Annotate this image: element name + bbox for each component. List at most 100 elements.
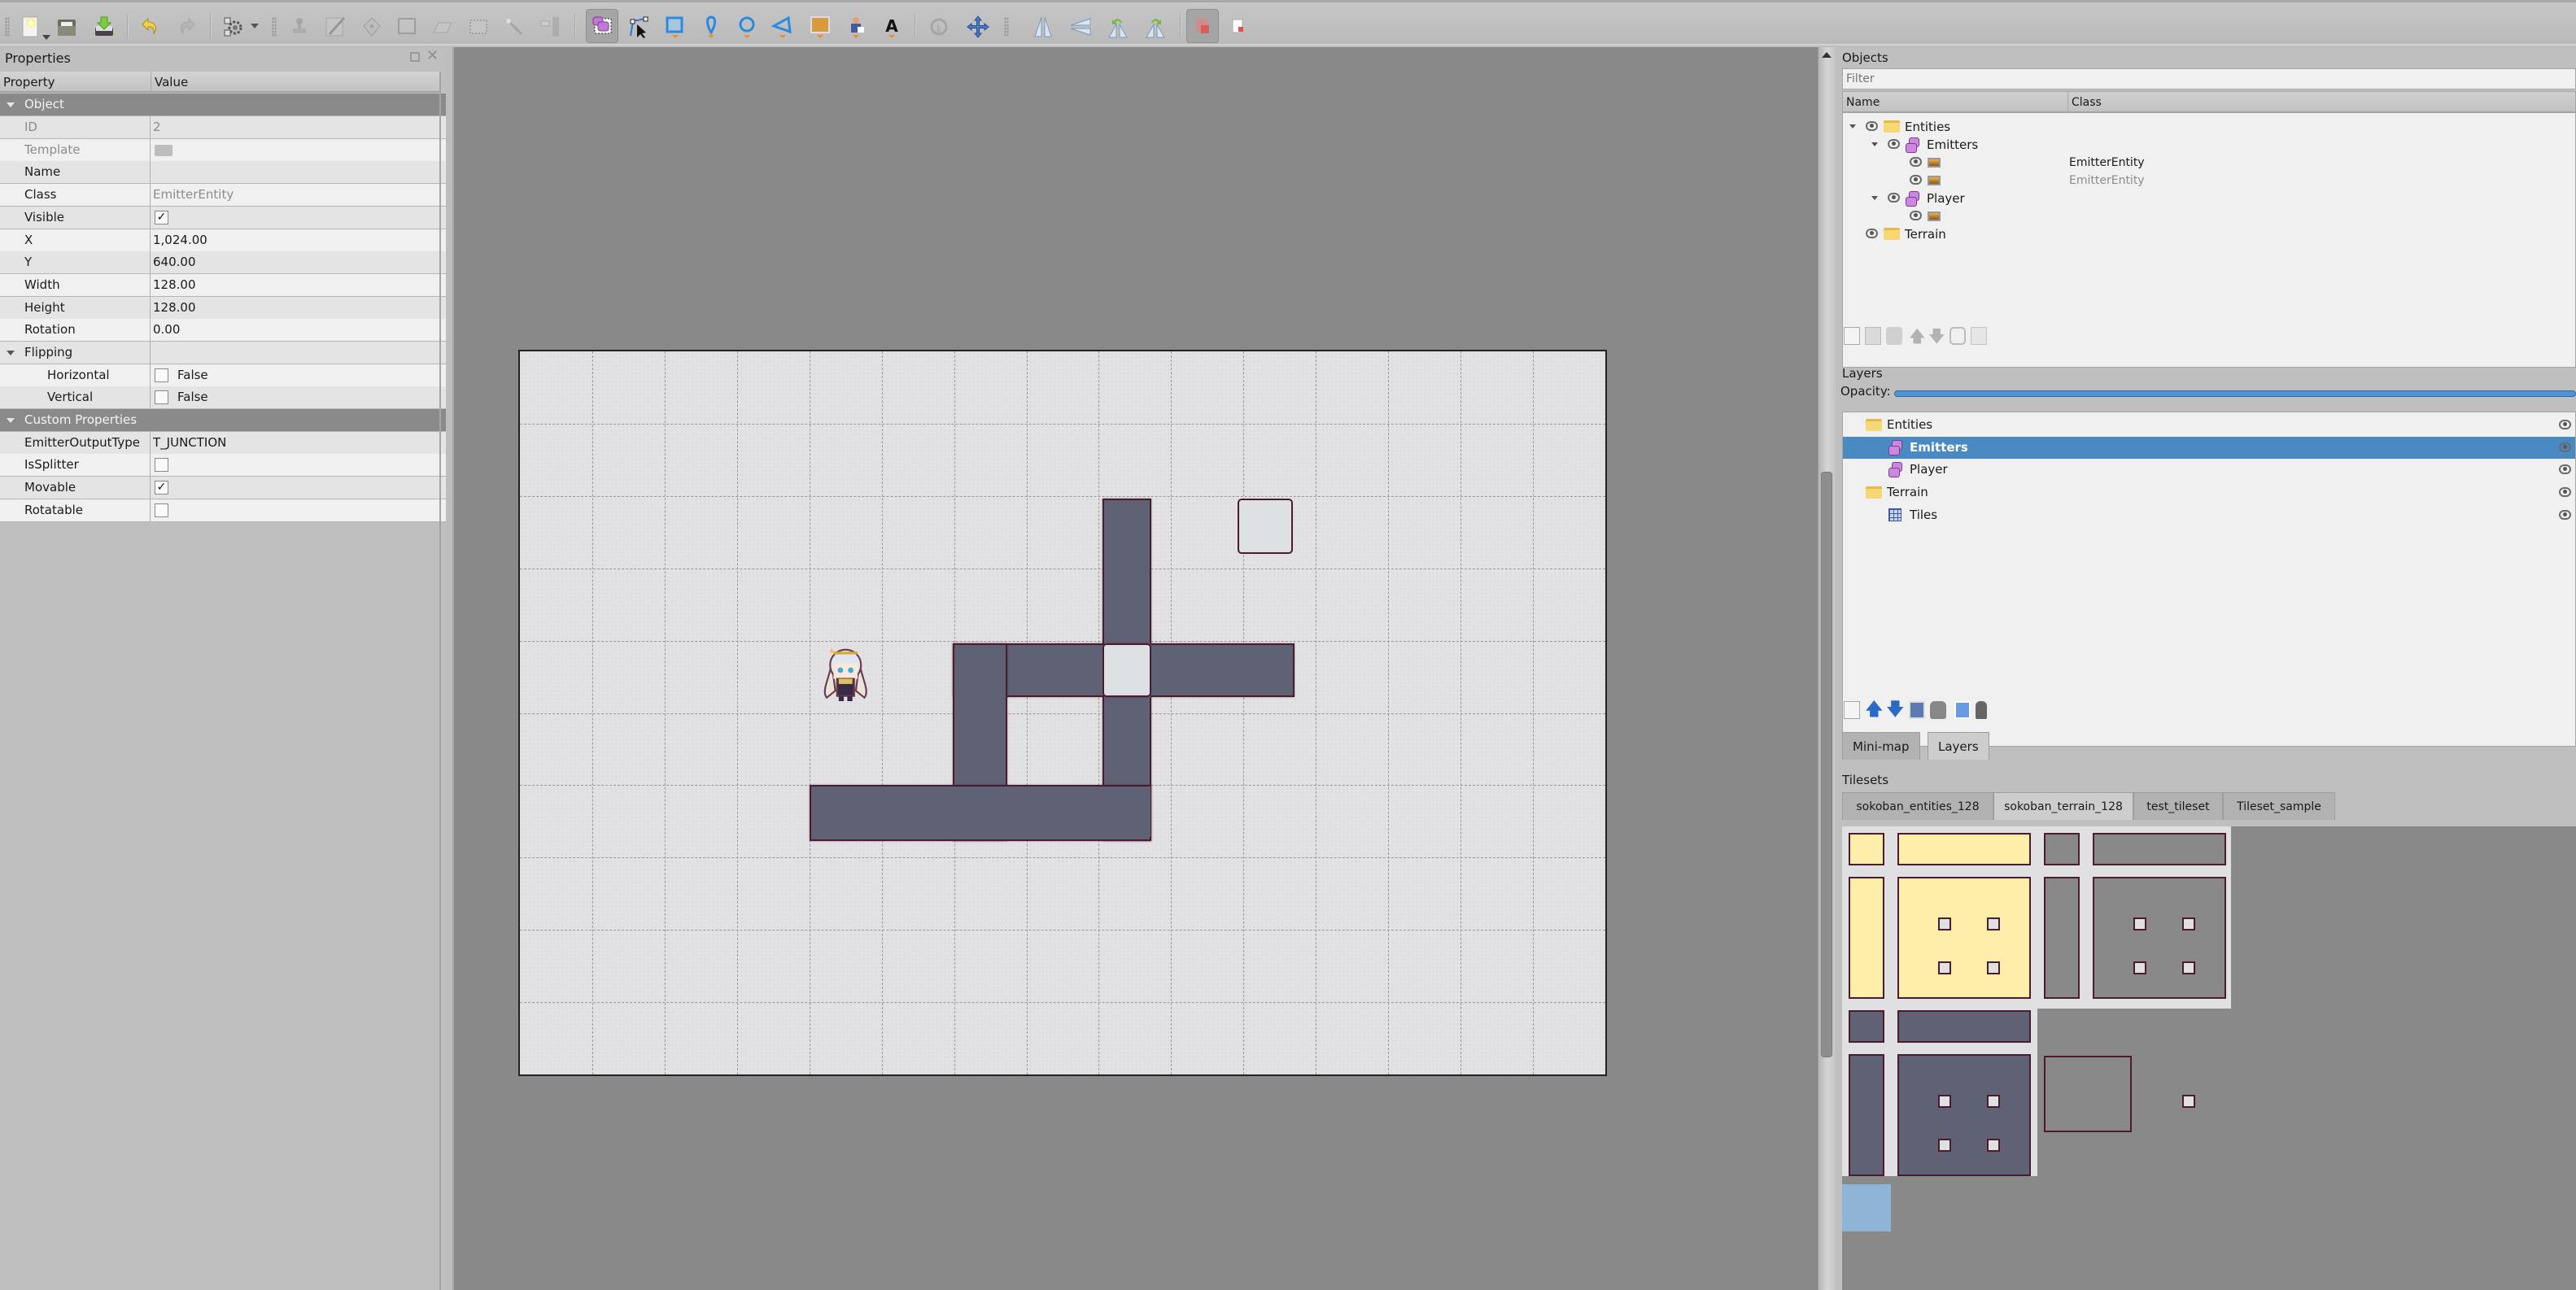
show-hide-other-layers-icon[interactable]: [1954, 701, 1971, 719]
redo-button[interactable]: [172, 12, 202, 41]
new-document-button[interactable]: [16, 12, 46, 41]
map-canvas[interactable]: [452, 47, 1818, 1290]
show-tile-collision-button[interactable]: [1224, 12, 1253, 41]
property-row-vertical[interactable]: Vertical False: [0, 386, 446, 409]
layer-row[interactable]: Entities: [1843, 414, 2575, 436]
tileset-tile[interactable]: [1897, 1054, 2031, 1176]
visibility-eye-icon[interactable]: [1910, 211, 1922, 220]
tileset-tile[interactable]: [2044, 833, 2080, 865]
tab-layers[interactable]: Layers: [1928, 732, 1989, 760]
undo-button[interactable]: [135, 12, 164, 41]
flip-horizontal-button[interactable]: [1028, 12, 1058, 41]
column-header-class[interactable]: Class: [2067, 92, 2575, 113]
tileset-tile-knob[interactable]: [1987, 961, 2000, 974]
expand-caret-icon[interactable]: [1871, 142, 1878, 146]
property-row-height[interactable]: Height 128.00: [0, 297, 446, 320]
objects-tree-row[interactable]: Player: [1843, 190, 2575, 207]
opacity-slider[interactable]: [1894, 390, 2576, 397]
emitter-entity[interactable]: [1102, 643, 1152, 697]
tileset-tile[interactable]: [1897, 833, 2031, 865]
tab-mini-map[interactable]: Mini-map: [1842, 732, 1920, 760]
property-row-rotation[interactable]: Rotation 0.00: [0, 319, 446, 342]
insert-point-button[interactable]: [696, 12, 726, 41]
tileset-tile-knob[interactable]: [1987, 1095, 2000, 1108]
visibility-eye-icon[interactable]: [2559, 420, 2571, 429]
tileset-tile-knob[interactable]: [2133, 961, 2146, 974]
tileset-view[interactable]: [1842, 826, 2576, 1290]
layer-row[interactable]: Tiles: [1843, 504, 2575, 526]
lock-layer-icon[interactable]: [1976, 701, 1987, 719]
objects-tree-row[interactable]: Emitters: [1843, 136, 2575, 154]
rotate-right-button[interactable]: [1141, 12, 1170, 41]
objects-tree-row[interactable]: [1843, 207, 2575, 225]
tileset-tile-knob[interactable]: [2182, 1095, 2195, 1108]
commands-button[interactable]: [218, 12, 247, 41]
toolbar-grip[interactable]: [1004, 17, 1009, 37]
shape-fill-button[interactable]: [392, 12, 421, 41]
horizontal-flip-checkbox[interactable]: [155, 368, 168, 382]
select-objects-button[interactable]: [586, 9, 618, 43]
toolbar-grip[interactable]: [5, 17, 10, 37]
move-object-down-icon[interactable]: 🡇: [1928, 327, 1945, 345]
move-object-up-icon[interactable]: 🡅: [1909, 327, 1926, 345]
column-header-value[interactable]: Value: [151, 72, 441, 93]
move-to-layer-icon[interactable]: [1949, 327, 1966, 345]
property-row-horizontal[interactable]: Horizontal False: [0, 364, 446, 387]
tileset-tile-knob[interactable]: [1938, 1095, 1951, 1108]
magic-wand-button[interactable]: [500, 12, 529, 41]
property-row-y[interactable]: Y 640.00: [0, 251, 446, 274]
player-entity[interactable]: [811, 639, 880, 708]
move-button[interactable]: [963, 12, 993, 41]
insert-tile-button[interactable]: [806, 12, 835, 41]
visibility-eye-icon[interactable]: [2559, 509, 2571, 520]
duplicate-layer-icon[interactable]: [1909, 701, 1925, 719]
objects-tree-row[interactable]: Entities: [1843, 118, 2575, 136]
terrain-brush-button[interactable]: [321, 12, 350, 41]
tileset-tab[interactable]: sokoban_terrain_128: [1993, 792, 2133, 820]
property-value-input[interactable]: 1,024.00: [153, 229, 207, 251]
new-layer-icon[interactable]: [1844, 701, 1860, 719]
tileset-tile-knob[interactable]: [1987, 1139, 2000, 1152]
highlight-current-layer-button[interactable]: [1186, 9, 1219, 43]
objects-tree-row[interactable]: Terrain: [1843, 225, 2575, 243]
canvas-vertical-scrollbar[interactable]: [1818, 47, 1836, 1290]
layer-row[interactable]: Player: [1843, 459, 2575, 481]
scroll-up-arrow-icon[interactable]: [1822, 52, 1832, 58]
tileset-tab[interactable]: test_tileset: [2133, 792, 2223, 820]
rotate-left-button[interactable]: [1103, 12, 1133, 41]
property-row-rotatable[interactable]: Rotatable: [0, 499, 446, 522]
property-row-name[interactable]: Name: [0, 161, 446, 184]
tileset-tab[interactable]: Tileset_sample: [2223, 792, 2335, 820]
tileset-tab[interactable]: sokoban_entities_128: [1842, 792, 1993, 820]
collapse-caret-icon[interactable]: [7, 418, 15, 423]
layer-row[interactable]: Terrain: [1843, 482, 2575, 503]
visibility-eye-icon[interactable]: [2559, 464, 2571, 475]
property-row-is-splitter[interactable]: IsSplitter: [0, 454, 446, 477]
property-value-input[interactable]: 640.00: [153, 251, 196, 273]
visibility-eye-icon[interactable]: [1888, 139, 1900, 149]
world-tool-button[interactable]: [924, 12, 954, 41]
object-properties-icon[interactable]: [1971, 327, 1987, 345]
property-row-visible[interactable]: Visible ✓: [0, 207, 446, 229]
property-row-movable[interactable]: Movable ✓: [0, 477, 446, 499]
layer-row[interactable]: Emitters: [1843, 436, 2575, 459]
eraser-button[interactable]: [428, 12, 457, 41]
collapse-caret-icon[interactable]: [7, 351, 15, 355]
duplicate-objects-icon[interactable]: [1865, 327, 1881, 345]
tileset-tile[interactable]: [2037, 1009, 2231, 1057]
is-splitter-checkbox[interactable]: [155, 458, 168, 472]
property-value-input[interactable]: EmitterEntity: [153, 184, 234, 206]
visibility-eye-icon[interactable]: [1866, 121, 1878, 131]
insert-polygon-button[interactable]: [768, 12, 797, 41]
scrollbar-thumb[interactable]: [1821, 472, 1832, 1057]
select-same-tile-button[interactable]: [535, 12, 565, 41]
flip-vertical-button[interactable]: [1066, 12, 1095, 41]
open-button[interactable]: [52, 12, 81, 41]
insert-text-button[interactable]: A: [877, 12, 906, 41]
property-row-x[interactable]: X 1,024.00: [0, 229, 446, 252]
property-row-template[interactable]: Template: [0, 139, 446, 162]
selected-tileset-tile[interactable]: [1842, 1184, 1891, 1231]
tileset-tile-knob[interactable]: [1938, 917, 1951, 930]
property-row-class[interactable]: Class EmitterEntity: [0, 184, 446, 207]
collapse-caret-icon[interactable]: [7, 102, 15, 107]
